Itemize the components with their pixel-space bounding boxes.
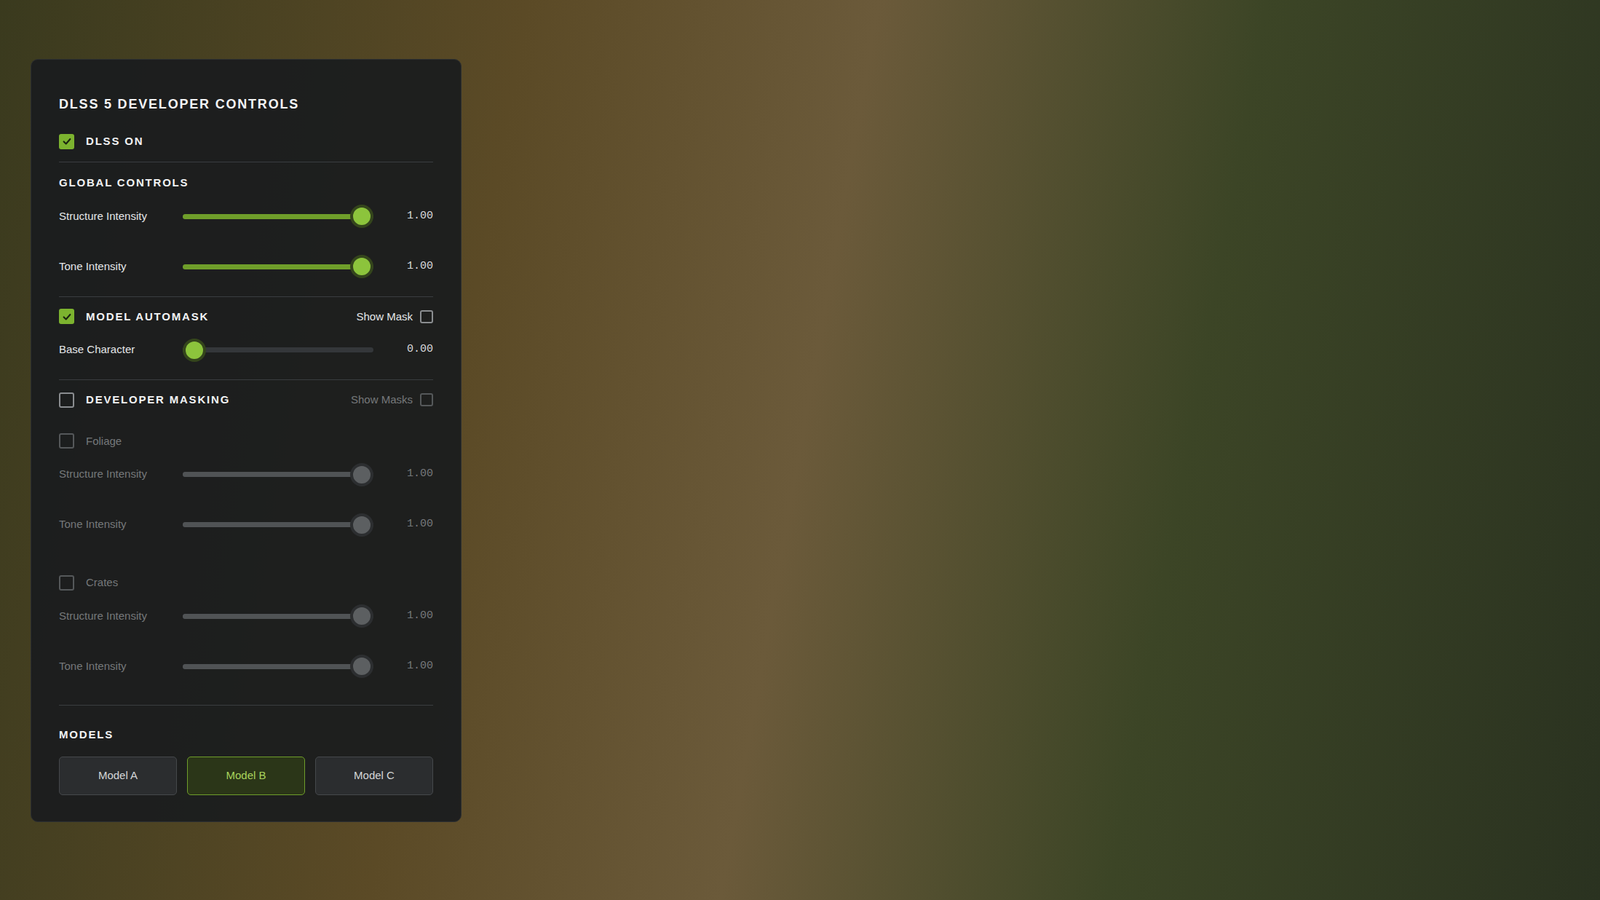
slider-track[interactable] [182,613,374,619]
slider-thumb[interactable] [182,338,207,362]
mask-group: FoliageStructure Intensity1.00Tone Inten… [58,433,434,551]
divider [58,161,434,163]
slider-thumb[interactable] [350,513,374,537]
show-mask-toggle[interactable]: Show Mask [355,308,434,326]
section-heading: DLSS ON [85,133,144,150]
slider-label: Tone Intensity [58,258,183,276]
model-buttons: Model A Model BModel C [58,756,434,795]
slider-fill [182,471,362,477]
mask-group-toggle[interactable]: Foliage [58,433,434,450]
slider-value: 0.00 [373,341,434,359]
slider-thumb[interactable] [350,204,374,228]
checkbox[interactable] [58,308,75,324]
slider-label: Base Character [58,341,183,359]
checkbox[interactable] [58,133,75,150]
checkbox[interactable] [58,575,75,591]
checkbox[interactable] [420,393,434,407]
divider [58,379,434,380]
section-heading: MODELS [58,727,114,741]
slider-row: Structure Intensity 1.00 [58,591,434,642]
slider-track[interactable] [182,347,374,353]
slider-value: 1.00 [373,208,434,225]
developer-controls-panel: DLSS 5 DEVELOPER CONTROLS DLSS ON GLOBAL C… [30,58,462,822]
panel-title: DLSS 5 DEVELOPER CONTROLS [58,94,434,115]
slider-row: Base Character 0.00 [58,324,434,375]
slider-fill [182,613,362,619]
divider [58,296,434,297]
checkbox[interactable] [58,433,75,449]
divider [58,704,434,706]
slider-label: Tone Intensity [58,658,183,675]
slider-label: Structure Intensity [58,465,183,483]
slider-fill [182,214,362,220]
slider-thumb[interactable] [350,254,374,279]
slider-label: Tone Intensity [58,516,183,533]
developer-masking-toggle[interactable]: DEVELOPER MASKING [58,391,231,409]
app: DLSS 5 DEVELOPER CONTROLS DLSS ON GLOBAL C… [0,0,1600,900]
slider-value: 1.00 [373,465,434,483]
slider-row: Tone Intensity 1.00 [58,499,434,550]
slider-row: Structure Intensity 1.00 [58,191,434,242]
checkbox[interactable] [58,392,75,408]
mask-group-toggle[interactable]: Crates [58,574,434,592]
slider-fill [182,521,362,528]
slider-track[interactable] [182,663,374,669]
slider-track[interactable] [182,214,374,220]
slider-value: 1.00 [373,658,434,675]
automask-row: MODEL AUTOMASK Show Mask [58,308,434,326]
slider-thumb[interactable] [350,654,374,678]
slider-thumb[interactable] [350,462,374,487]
slider-row: Tone Intensity 1.00 [58,641,434,692]
slider-label: Structure Intensity [58,607,183,625]
show-masks-toggle[interactable]: Show Masks [350,391,434,409]
slider-row: Tone Intensity 1.00 [58,241,434,292]
slider-label: Structure Intensity [58,208,183,225]
slider-value: 1.00 [373,516,434,533]
slider-track[interactable] [182,264,374,270]
section-heading: DEVELOPER MASKING [85,391,231,409]
model-button[interactable]: Model C [315,756,434,795]
slider-value: 1.00 [373,607,434,625]
slider-fill [182,663,362,669]
model-button[interactable]: Model B [187,756,306,795]
model-button[interactable]: Model A [58,756,177,795]
slider-thumb[interactable] [350,604,374,628]
slider-value: 1.00 [373,258,434,276]
slider-track[interactable] [182,521,374,528]
checkbox[interactable] [420,310,434,324]
check-icon [61,136,73,147]
check-icon [61,311,73,322]
slider-track[interactable] [182,471,374,477]
slider-fill [182,264,362,270]
section-heading: GLOBAL CONTROLS [58,176,189,189]
slider-row: Structure Intensity 1.00 [58,449,434,500]
dlss-toggle[interactable]: DLSS ON [58,133,434,150]
developer-masking-row: DEVELOPER MASKING Show Masks [58,391,434,409]
automask-toggle[interactable]: MODEL AUTOMASK [58,308,209,326]
mask-group: CratesStructure Intensity1.00Tone Intens… [58,574,434,692]
section-heading: MODEL AUTOMASK [85,308,209,326]
